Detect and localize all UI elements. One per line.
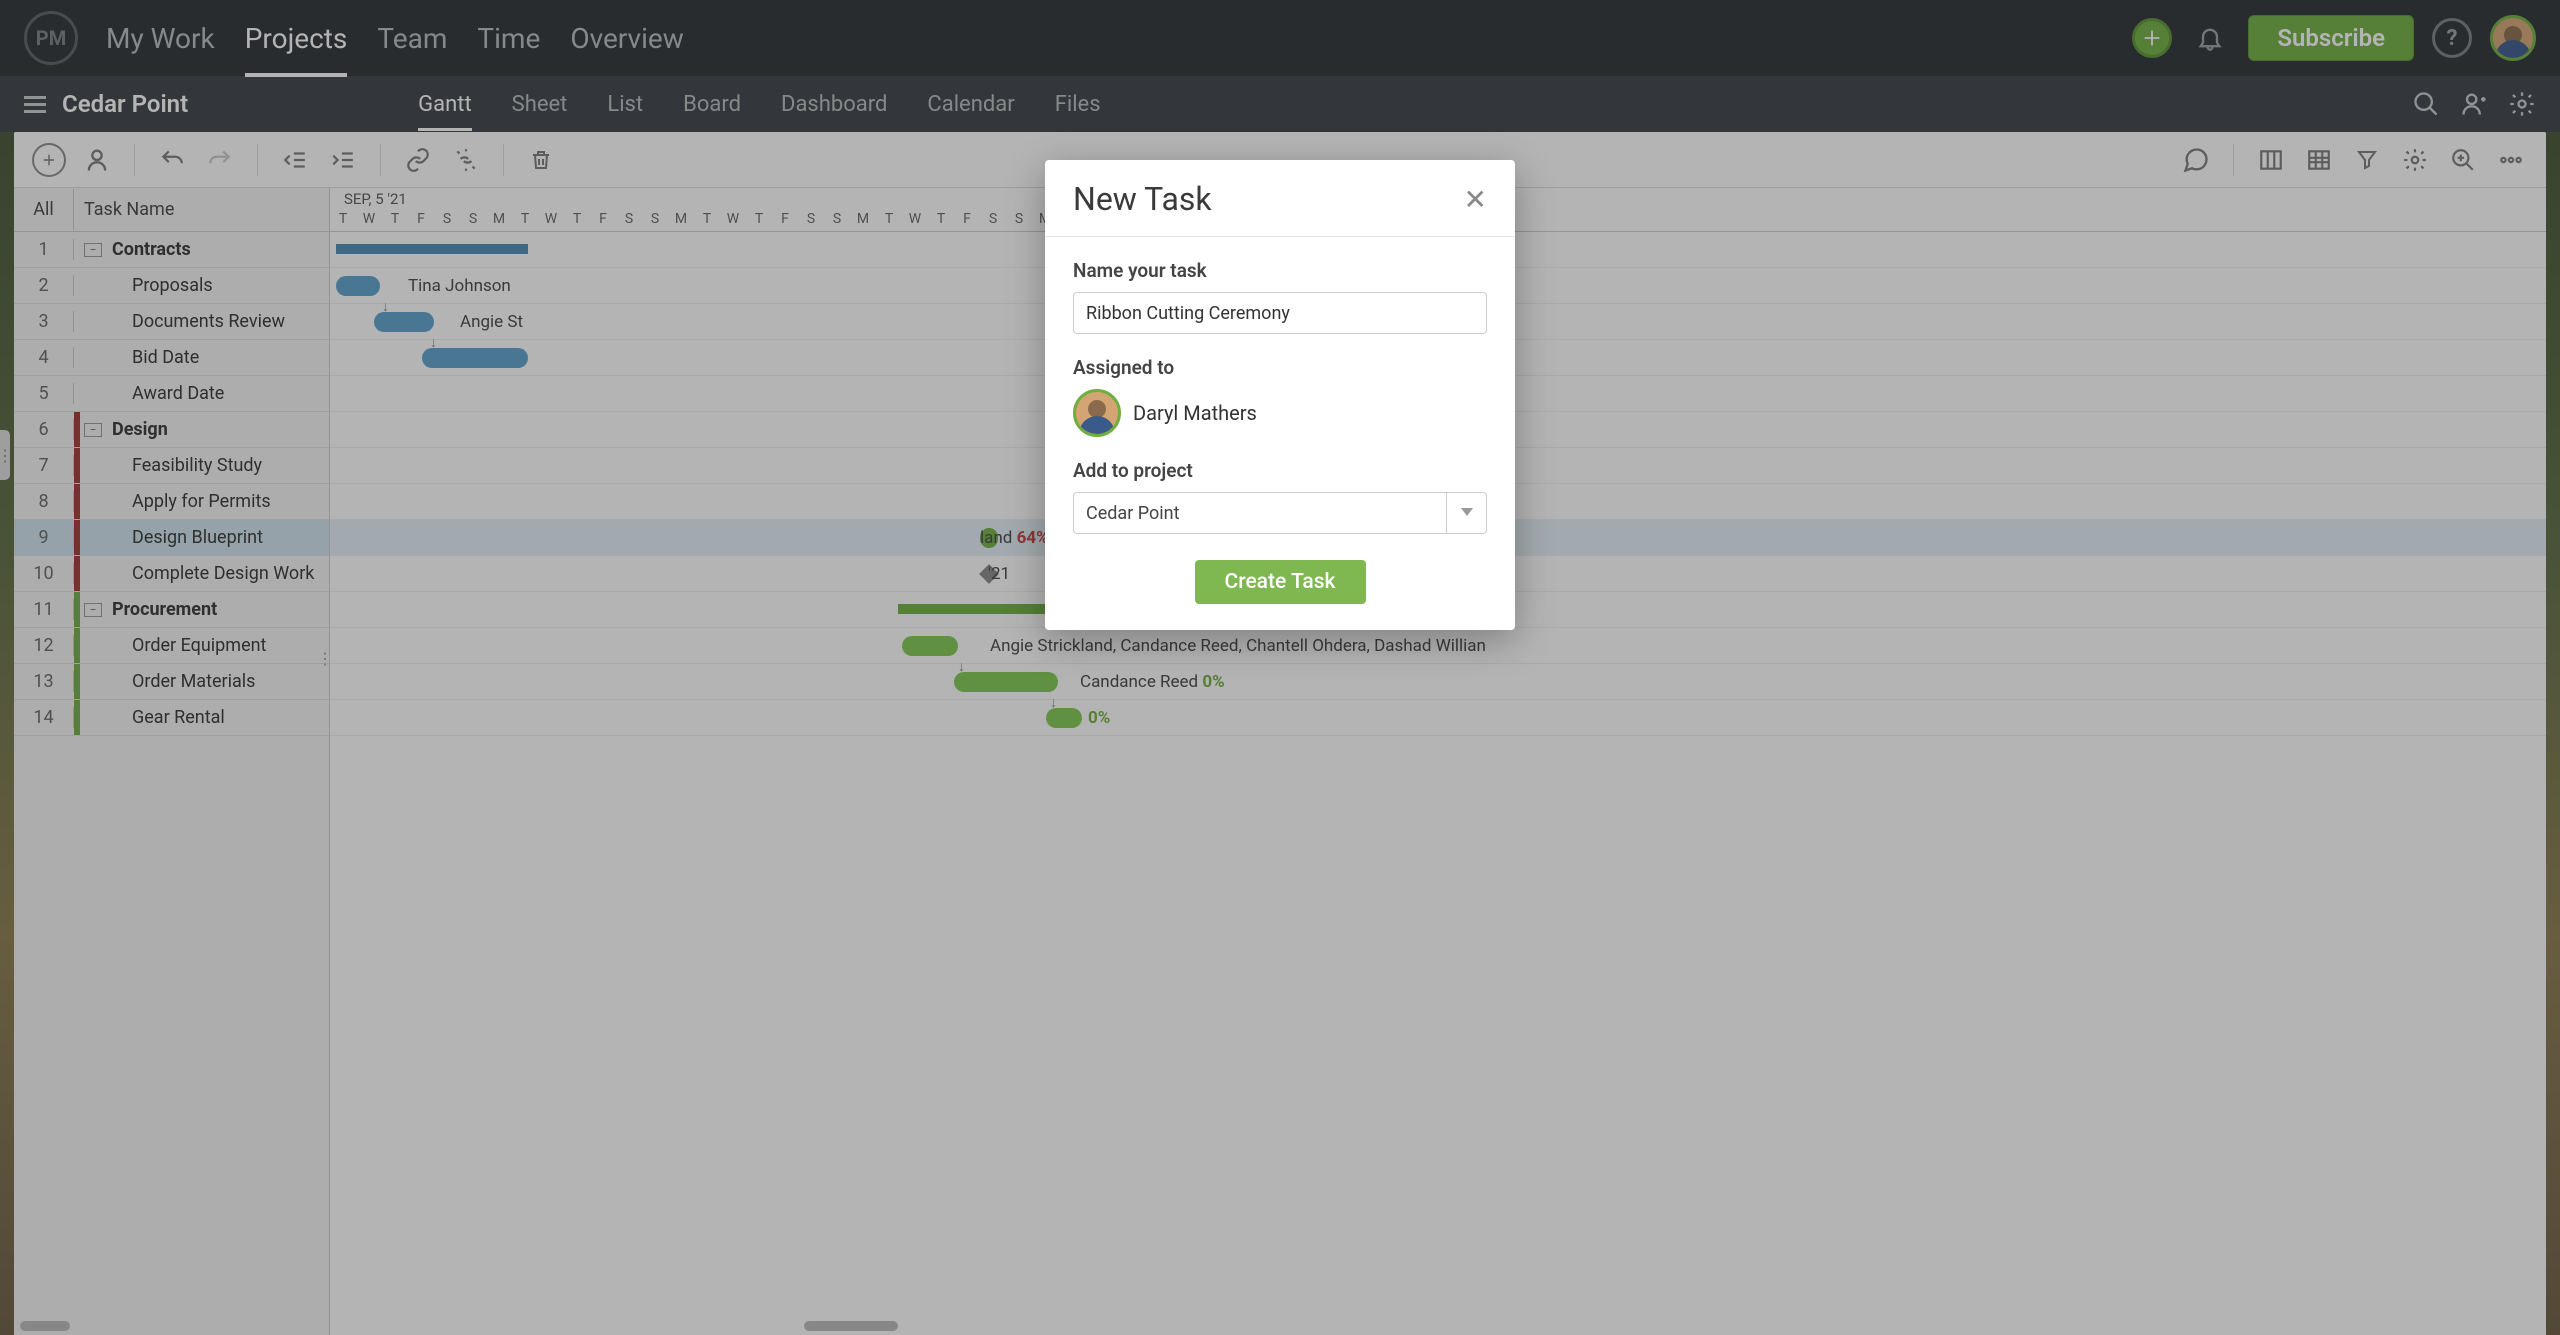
modal-overlay[interactable]: New Task ✕ Name your task Assigned to Da… [0,0,2560,1335]
task-name-input[interactable] [1073,292,1487,334]
new-task-modal: New Task ✕ Name your task Assigned to Da… [1045,160,1515,630]
create-task-button[interactable]: Create Task [1195,560,1366,604]
assignee-name: Daryl Mathers [1133,401,1257,425]
task-name-label: Name your task [1073,259,1487,282]
close-icon[interactable]: ✕ [1464,183,1487,216]
modal-title: New Task [1073,180,1212,218]
assignee-row[interactable]: Daryl Mathers [1073,389,1487,437]
assigned-to-label: Assigned to [1073,356,1487,379]
project-select[interactable]: Cedar Point [1073,492,1487,534]
project-label: Add to project [1073,459,1487,482]
assignee-avatar [1073,389,1121,437]
